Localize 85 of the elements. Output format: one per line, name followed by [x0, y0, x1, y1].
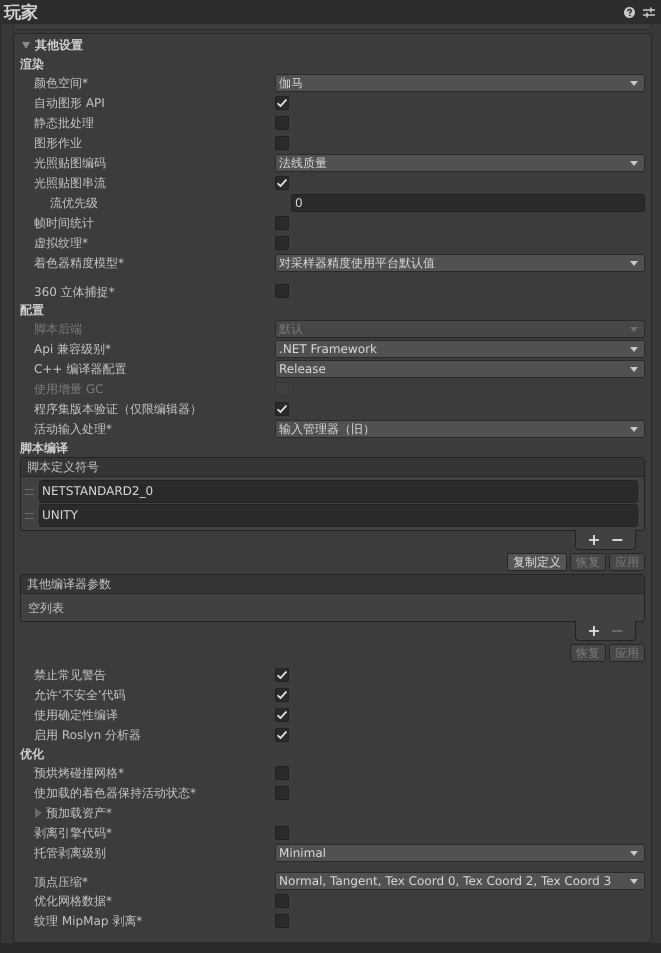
field-label: 使用增量 GC: [33, 380, 104, 398]
list-header: 脚本定义符号: [21, 458, 644, 477]
caret-icon: [630, 260, 638, 266]
expand-arrow-icon: [35, 808, 42, 818]
section-heading: 配置: [20, 302, 45, 319]
field-label: 纹理 MipMap 剥离*: [33, 912, 144, 930]
section-heading: 渲染: [20, 56, 45, 73]
field-label: 光照贴图串流: [33, 174, 107, 192]
field-label: 优化网格数据*: [33, 892, 113, 910]
drag-handle-icon[interactable]: [25, 488, 34, 494]
field-label: 360 立体捕捉*: [33, 284, 116, 301]
caret-icon: [630, 346, 638, 352]
field-label: 流优先级: [49, 194, 99, 212]
add-button[interactable]: +: [584, 621, 604, 640]
field-label: Api 兼容级别*: [33, 340, 112, 358]
field-label: 帧时间统计: [33, 214, 95, 232]
checkbox[interactable]: [275, 728, 289, 742]
help-icon[interactable]: [624, 6, 635, 18]
caret-icon: [630, 878, 638, 884]
section-heading: 优化: [20, 746, 45, 763]
checkbox[interactable]: [275, 668, 289, 682]
field-label: 静态批处理: [33, 114, 95, 132]
dropdown[interactable]: Normal, Tangent, Tex Coord 0, Tex Coord 2, Tex Coord 3: [275, 872, 645, 890]
field-label: 脚本后端: [33, 320, 83, 338]
checkbox[interactable]: [275, 826, 289, 840]
caret-icon: [630, 366, 638, 372]
settings-icon[interactable]: [643, 6, 655, 18]
field-label: C++ 编译器配置: [33, 360, 128, 378]
checkbox[interactable]: [275, 914, 289, 928]
field-label: 托管剥离级别: [33, 844, 107, 862]
checkbox[interactable]: [275, 176, 289, 190]
subsection-foldout[interactable]: 预加载资产*: [20, 804, 112, 822]
field-label: 虚拟纹理*: [33, 234, 89, 252]
checkbox[interactable]: [275, 284, 289, 298]
caret-icon: [630, 426, 638, 432]
field-label: 光照贴图编码: [33, 154, 107, 172]
field-label: 使加载的着色器保持活动状态*: [33, 784, 197, 802]
dropdown[interactable]: 对采样器精度使用平台默认值: [275, 254, 645, 272]
field-label: 预烘烤碰撞网格*: [33, 764, 125, 782]
checkbox[interactable]: [275, 136, 289, 150]
field-label: 顶点压缩*: [33, 874, 89, 891]
checkbox[interactable]: [275, 402, 289, 416]
field-label: 剥离引擎代码*: [33, 824, 113, 842]
list-header: 其他编译器参数: [21, 575, 644, 594]
section-heading: 脚本编译: [20, 440, 69, 457]
caret-icon: [630, 80, 638, 86]
field-label: 启用 Roslyn 分析器: [33, 726, 142, 744]
list-entry-field[interactable]: UNITY: [39, 504, 638, 527]
checkbox[interactable]: [275, 766, 289, 780]
dropdown[interactable]: 输入管理器（旧）: [275, 420, 645, 438]
empty-list-text: 空列表: [27, 600, 65, 617]
field-label: 图形作业: [33, 134, 83, 152]
caret-icon: [630, 326, 638, 332]
field-label: 允许‘不安全’代码: [33, 686, 127, 704]
field-label: 活动输入处理*: [33, 420, 113, 438]
drag-handle-icon[interactable]: [25, 512, 34, 518]
dropdown[interactable]: 法线质量: [275, 154, 645, 172]
dropdown[interactable]: Minimal: [275, 844, 645, 862]
add-button[interactable]: +: [584, 530, 604, 549]
dropdown[interactable]: .NET Framework: [275, 340, 645, 358]
checkbox[interactable]: [275, 216, 289, 230]
dropdown[interactable]: 伽马: [275, 74, 645, 92]
checkbox[interactable]: [275, 894, 289, 908]
field-label: 着色器精度模型*: [33, 254, 125, 272]
section-foldout[interactable]: 其他设置: [20, 36, 645, 55]
field-label: 程序集版本验证（仅限编辑器）: [33, 400, 203, 418]
checkbox[interactable]: [275, 786, 289, 800]
field-label: 禁止常见警告: [33, 666, 107, 684]
remove-button[interactable]: −: [608, 530, 627, 549]
checkbox[interactable]: [275, 688, 289, 702]
number-field[interactable]: 0: [291, 194, 645, 212]
action-button[interactable]: 复制定义: [507, 553, 567, 571]
checkbox[interactable]: [275, 116, 289, 130]
caret-icon: [630, 850, 638, 856]
caret-icon: [630, 160, 638, 166]
expand-arrow-icon: [22, 42, 30, 49]
checkbox[interactable]: [275, 236, 289, 250]
checkbox[interactable]: [275, 708, 289, 722]
list-entry-field[interactable]: NETSTANDARD2_0: [39, 480, 638, 503]
checkbox[interactable]: [275, 96, 289, 110]
field-label: 使用确定性编译: [33, 706, 119, 724]
dropdown[interactable]: Release: [275, 360, 645, 378]
window-title: 玩家: [4, 2, 38, 24]
field-label: 自动图形 API: [33, 94, 106, 112]
field-label: 颜色空间*: [33, 74, 89, 92]
